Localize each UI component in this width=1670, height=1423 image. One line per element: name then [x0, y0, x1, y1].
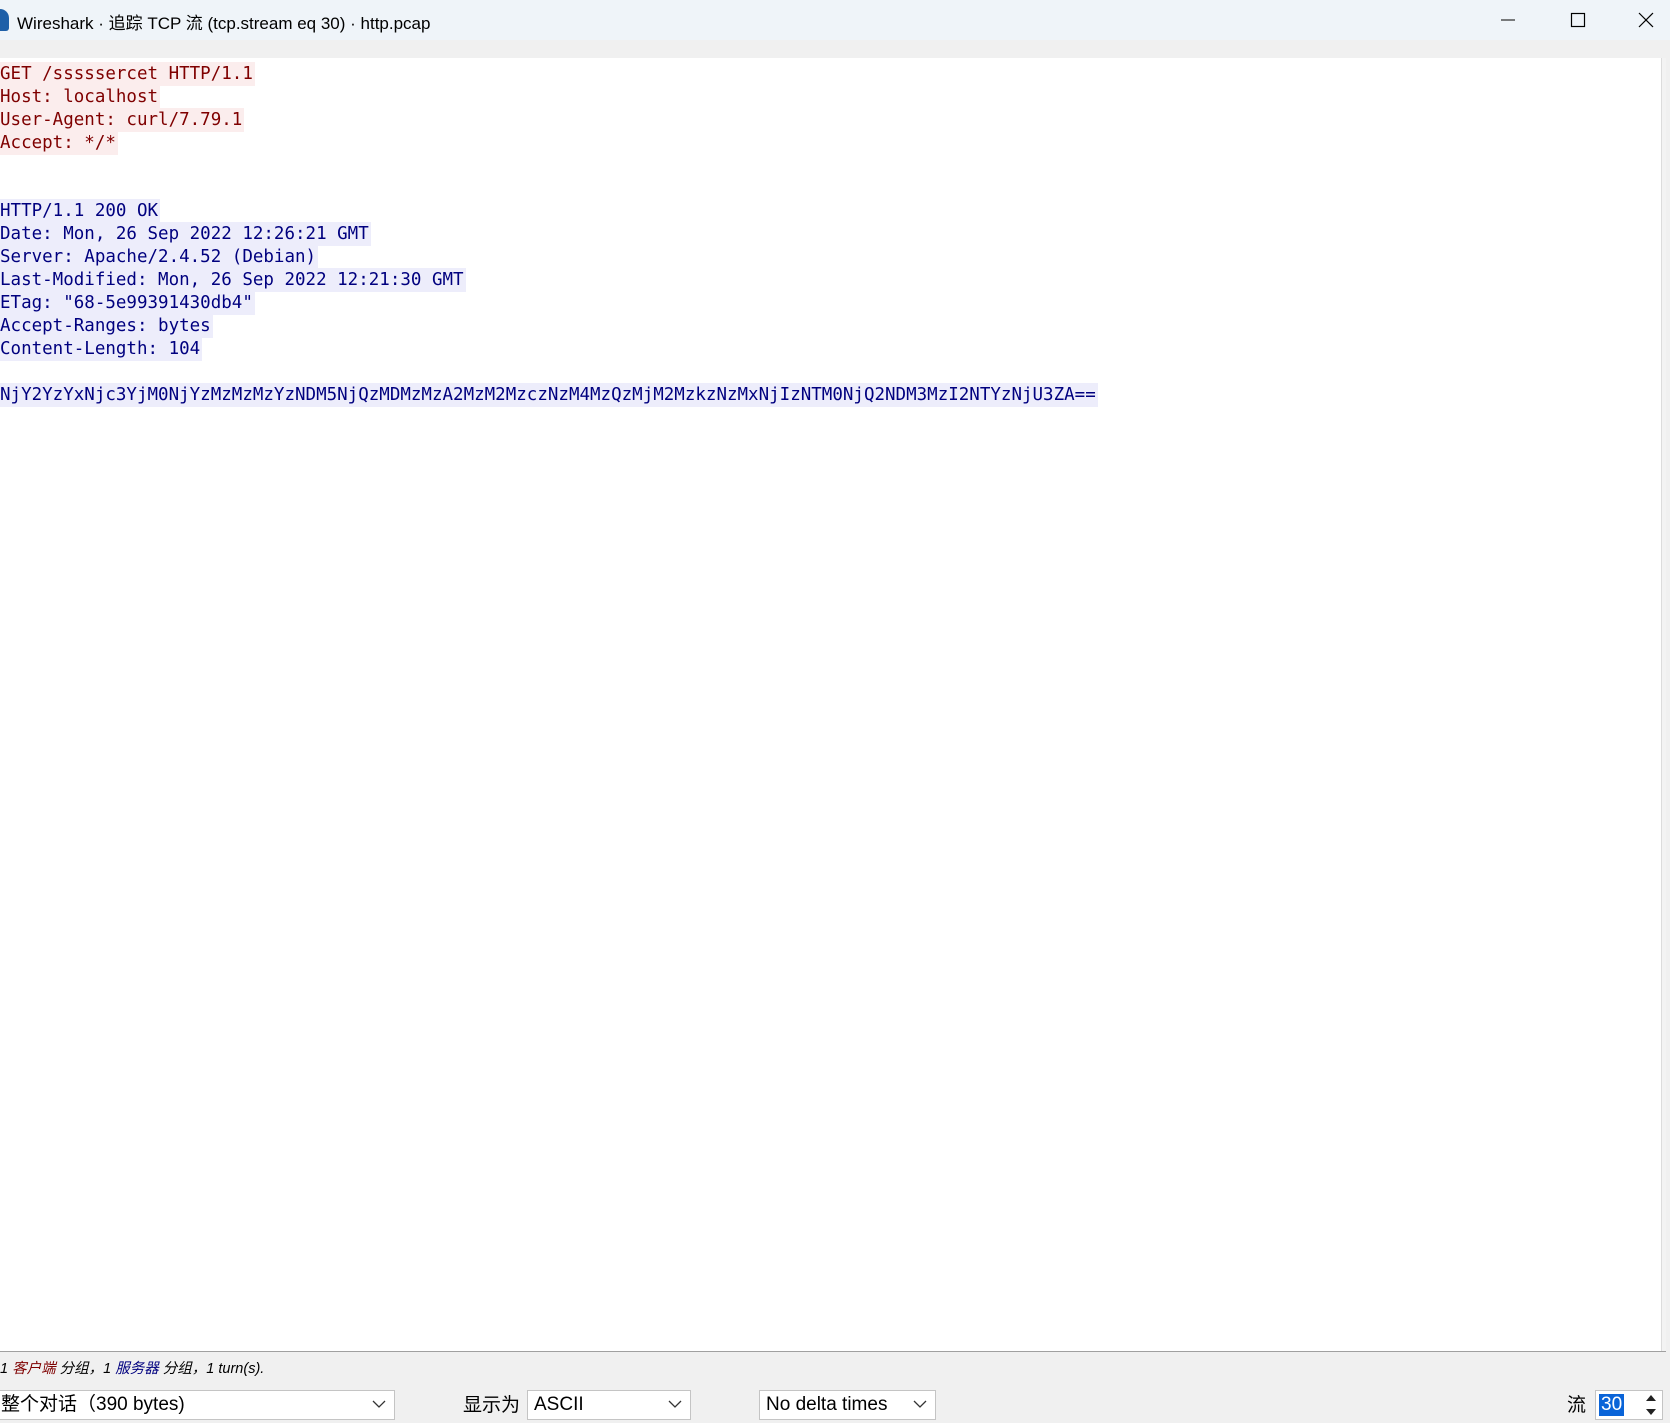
close-icon [1638, 12, 1654, 28]
stream-label: 流 [1567, 1395, 1587, 1416]
server-line: Server: Apache/2.4.52 (Debian) [0, 245, 319, 269]
spin-down-icon [1646, 1409, 1656, 1415]
server-line: Content-Length: 104 [0, 337, 203, 361]
client-line: Host: localhost [0, 85, 161, 109]
vertical-scrollbar[interactable] [1661, 58, 1666, 1351]
window-title: Wireshark · 追踪 TCP 流 (tcp.stream eq 30) … [17, 14, 431, 33]
summary-client-count: 1 [0, 1361, 9, 1377]
close-button[interactable] [1613, 0, 1670, 40]
spin-up-icon [1646, 1395, 1656, 1401]
server-line: Last-Modified: Mon, 26 Sep 2022 12:21:30… [0, 268, 466, 292]
summary-tail: 分组，1 turn(s). [162, 1361, 265, 1377]
show-as-value: ASCII [534, 1394, 584, 1415]
stream-number-value[interactable]: 30 [1599, 1394, 1625, 1416]
show-as-label: 显示为 [463, 1395, 521, 1416]
summary-server-label: 服务器 [115, 1361, 159, 1377]
chevron-down-icon [372, 1400, 386, 1408]
summary-client-label: 客户端 [12, 1361, 56, 1377]
client-line: GET /sssssercet HTTP/1.1 [0, 62, 255, 86]
server-body: NjY2YzYxNjc3YjM0NjYzMzMzMzYzNDM5NjQzMDMz… [0, 383, 1098, 407]
conversation-select[interactable]: 整个对话（390 bytes) [0, 1390, 395, 1420]
maximize-icon [1570, 12, 1586, 28]
server-line: Date: Mon, 26 Sep 2022 12:26:21 GMT [0, 222, 371, 246]
chevron-down-icon [913, 1400, 927, 1408]
minimize-button[interactable] [1475, 0, 1541, 40]
stream-content-view[interactable]: GET /sssssercet HTTP/1.1 Host: localhost… [0, 58, 1666, 1352]
packet-summary: 1 客户端 分组，1 服务器 分组，1 turn(s). [0, 1358, 264, 1380]
client-line: User-Agent: curl/7.79.1 [0, 108, 245, 132]
client-line: Accept: */* [0, 131, 118, 155]
spin-up-button[interactable] [1640, 1391, 1662, 1405]
title-bar: Wireshark · 追踪 TCP 流 (tcp.stream eq 30) … [0, 0, 1670, 40]
delta-times-value: No delta times [766, 1394, 888, 1415]
maximize-button[interactable] [1545, 0, 1611, 40]
wireshark-fin-icon [0, 9, 9, 31]
server-line: Accept-Ranges: bytes [0, 314, 213, 338]
delta-times-select[interactable]: No delta times [759, 1390, 936, 1420]
server-line: ETag: "68-5e99391430db4" [0, 291, 255, 315]
summary-middle: 分组，1 [59, 1361, 112, 1377]
stream-number-spinbox[interactable]: 30 [1595, 1390, 1663, 1420]
minimize-icon [1501, 19, 1515, 21]
spin-down-button[interactable] [1640, 1405, 1662, 1419]
chevron-down-icon [668, 1400, 682, 1408]
show-as-select[interactable]: ASCII [527, 1390, 691, 1420]
server-line: HTTP/1.1 200 OK [0, 199, 161, 223]
conversation-value: 整个对话（390 bytes) [1, 1394, 185, 1415]
